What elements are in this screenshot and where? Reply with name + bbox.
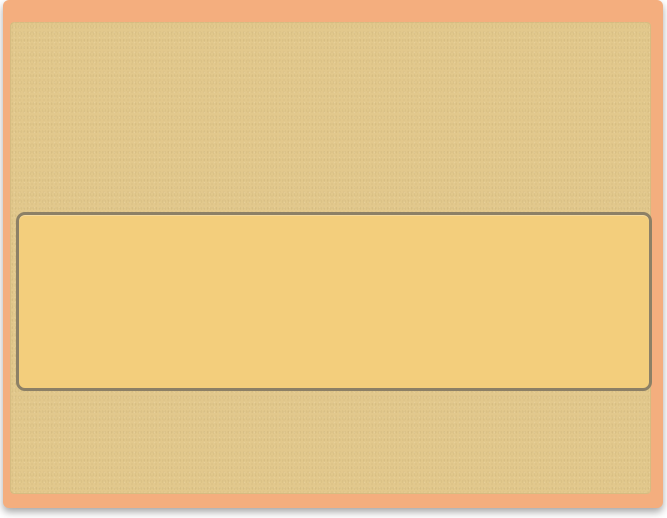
dialog-text [19,215,649,388]
empty-dialog-box[interactable] [16,212,652,391]
